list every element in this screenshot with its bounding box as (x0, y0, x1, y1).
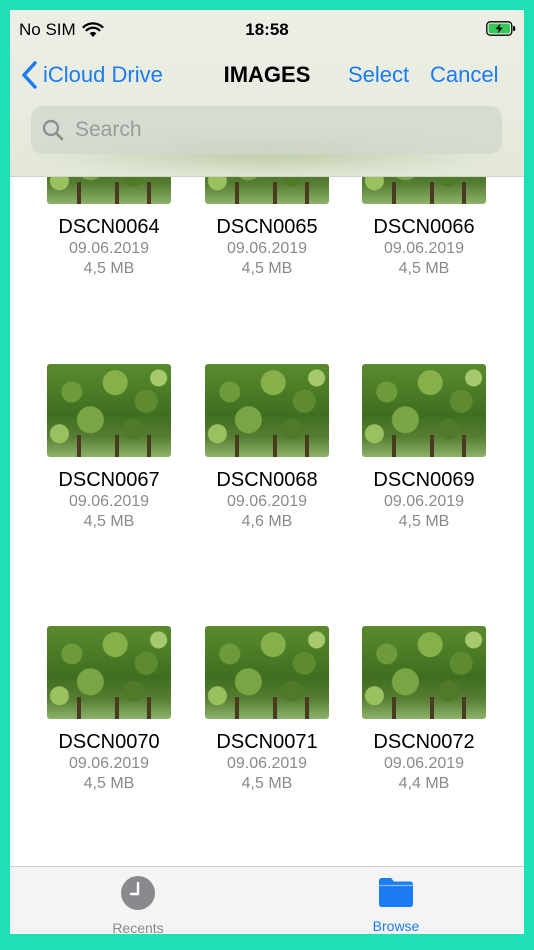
tab-browse[interactable]: Browse (336, 875, 456, 934)
file-date: 09.06.2019 (226, 493, 308, 510)
file-thumbnail (205, 364, 329, 457)
file-thumbnail (362, 364, 486, 457)
file-date: 09.06.2019 (226, 755, 308, 772)
tab-bar: Recents Browse (10, 866, 524, 934)
file-thumbnail (47, 364, 171, 457)
file-name: DSCN0069 (373, 469, 475, 491)
status-bar: No SIM 18:58 (10, 10, 524, 50)
tab-recents[interactable]: Recents (78, 875, 198, 934)
back-button-label: iCloud Drive (43, 62, 163, 87)
back-button[interactable]: iCloud Drive (20, 58, 163, 92)
tab-browse-label: Browse (372, 918, 420, 934)
search-bar[interactable] (31, 106, 502, 154)
file-name: DSCN0071 (216, 731, 318, 753)
file-name: DSCN0066 (373, 216, 475, 238)
file-date: 09.06.2019 (383, 755, 465, 772)
search-input[interactable] (73, 117, 477, 143)
clock-icon (121, 876, 155, 910)
file-size: 4,4 MB (398, 775, 450, 792)
search-icon (42, 119, 64, 141)
file-thumbnail (205, 626, 329, 719)
file-size: 4,5 MB (83, 260, 135, 277)
tab-recents-label: Recents (112, 920, 164, 934)
file-name: DSCN0068 (216, 469, 318, 491)
file-date: 09.06.2019 (226, 240, 308, 257)
file-thumbnail (47, 626, 171, 719)
select-button[interactable]: Select (348, 62, 409, 88)
file-name: DSCN0065 (216, 216, 318, 238)
file-item[interactable]: DSCN0069 09.06.2019 4,5 MB (344, 364, 504, 532)
file-name: DSCN0072 (373, 731, 475, 753)
status-time: 18:58 (245, 20, 289, 39)
file-item[interactable]: DSCN0067 09.06.2019 4,5 MB (29, 364, 189, 532)
file-name: DSCN0070 (58, 731, 160, 753)
cancel-button[interactable]: Cancel (430, 62, 498, 88)
file-size: 4,5 MB (241, 775, 293, 792)
file-date: 09.06.2019 (68, 755, 150, 772)
file-thumbnail (362, 626, 486, 719)
file-date: 09.06.2019 (68, 240, 150, 257)
file-date: 09.06.2019 (68, 493, 150, 510)
chevron-left-icon (22, 61, 37, 89)
file-item[interactable]: DSCN0072 09.06.2019 4,4 MB (344, 626, 504, 794)
file-size: 4,5 MB (398, 513, 450, 530)
file-item[interactable]: DSCN0068 09.06.2019 4,6 MB (187, 364, 347, 532)
file-size: 4,5 MB (398, 260, 450, 277)
file-name: DSCN0064 (58, 216, 160, 238)
folder-icon (379, 878, 413, 907)
file-size: 4,5 MB (83, 775, 135, 792)
file-size: 4,6 MB (241, 513, 293, 530)
file-name: DSCN0067 (58, 469, 160, 491)
battery-charging-icon (486, 21, 516, 36)
file-date: 09.06.2019 (383, 493, 465, 510)
file-size: 4,5 MB (83, 513, 135, 530)
file-date: 09.06.2019 (383, 240, 465, 257)
screen: DSCN0064 09.06.2019 4,5 MB DSCN0065 09.0… (10, 10, 524, 934)
file-item[interactable]: DSCN0071 09.06.2019 4,5 MB (187, 626, 347, 794)
file-size: 4,5 MB (241, 260, 293, 277)
file-item[interactable]: DSCN0070 09.06.2019 4,5 MB (29, 626, 189, 794)
